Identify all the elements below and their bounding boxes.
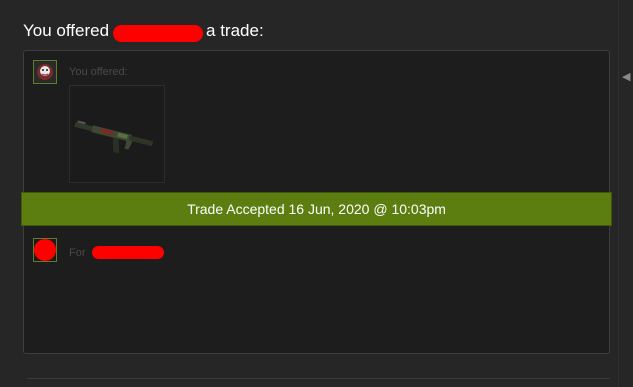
trade-status-banner: Trade Accepted 16 Jun, 2020 @ 10:03pm	[21, 192, 612, 226]
redacted-username	[113, 24, 204, 42]
avatar-portrait-icon	[34, 61, 56, 83]
trade-header: You offered a trade:	[23, 21, 264, 42]
header-suffix: a trade:	[206, 21, 264, 40]
user-avatar[interactable]	[33, 60, 57, 84]
you-offered-label: You offered:	[69, 66, 128, 78]
ak47-rifle-icon	[74, 120, 154, 154]
redacted-avatar	[34, 239, 56, 261]
sidebar-arrow-icon: ◀	[622, 71, 631, 83]
redacted-partner-name	[91, 246, 164, 259]
header-prefix: You offered	[23, 21, 110, 40]
for-label-prefix: For	[69, 246, 86, 259]
offered-item-slot[interactable]	[69, 85, 165, 183]
trade-status-text: Trade Accepted 16 Jun, 2020 @ 10:03pm	[187, 201, 446, 217]
right-edge-divider	[618, 0, 619, 387]
bottom-divider	[27, 378, 610, 379]
for-label: For	[69, 246, 164, 259]
partner-avatar[interactable]	[33, 238, 57, 262]
